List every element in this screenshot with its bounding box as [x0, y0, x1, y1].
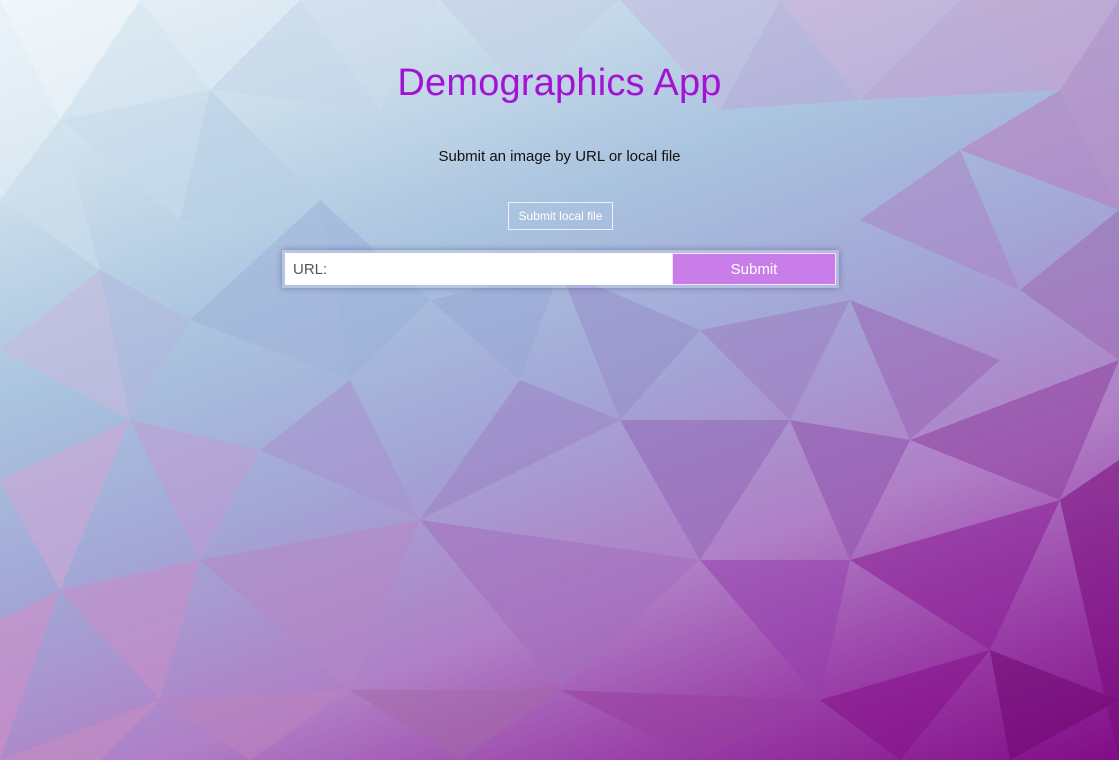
submit-local-file-button[interactable]: Submit local file [508, 202, 613, 230]
main-content: Demographics App Submit an image by URL … [0, 0, 1119, 760]
url-input[interactable] [285, 253, 672, 285]
url-form: Submit [282, 250, 839, 288]
submit-button[interactable]: Submit [672, 253, 836, 285]
page-subtitle: Submit an image by URL or local file [438, 148, 681, 165]
page-title: Demographics App [397, 62, 722, 104]
